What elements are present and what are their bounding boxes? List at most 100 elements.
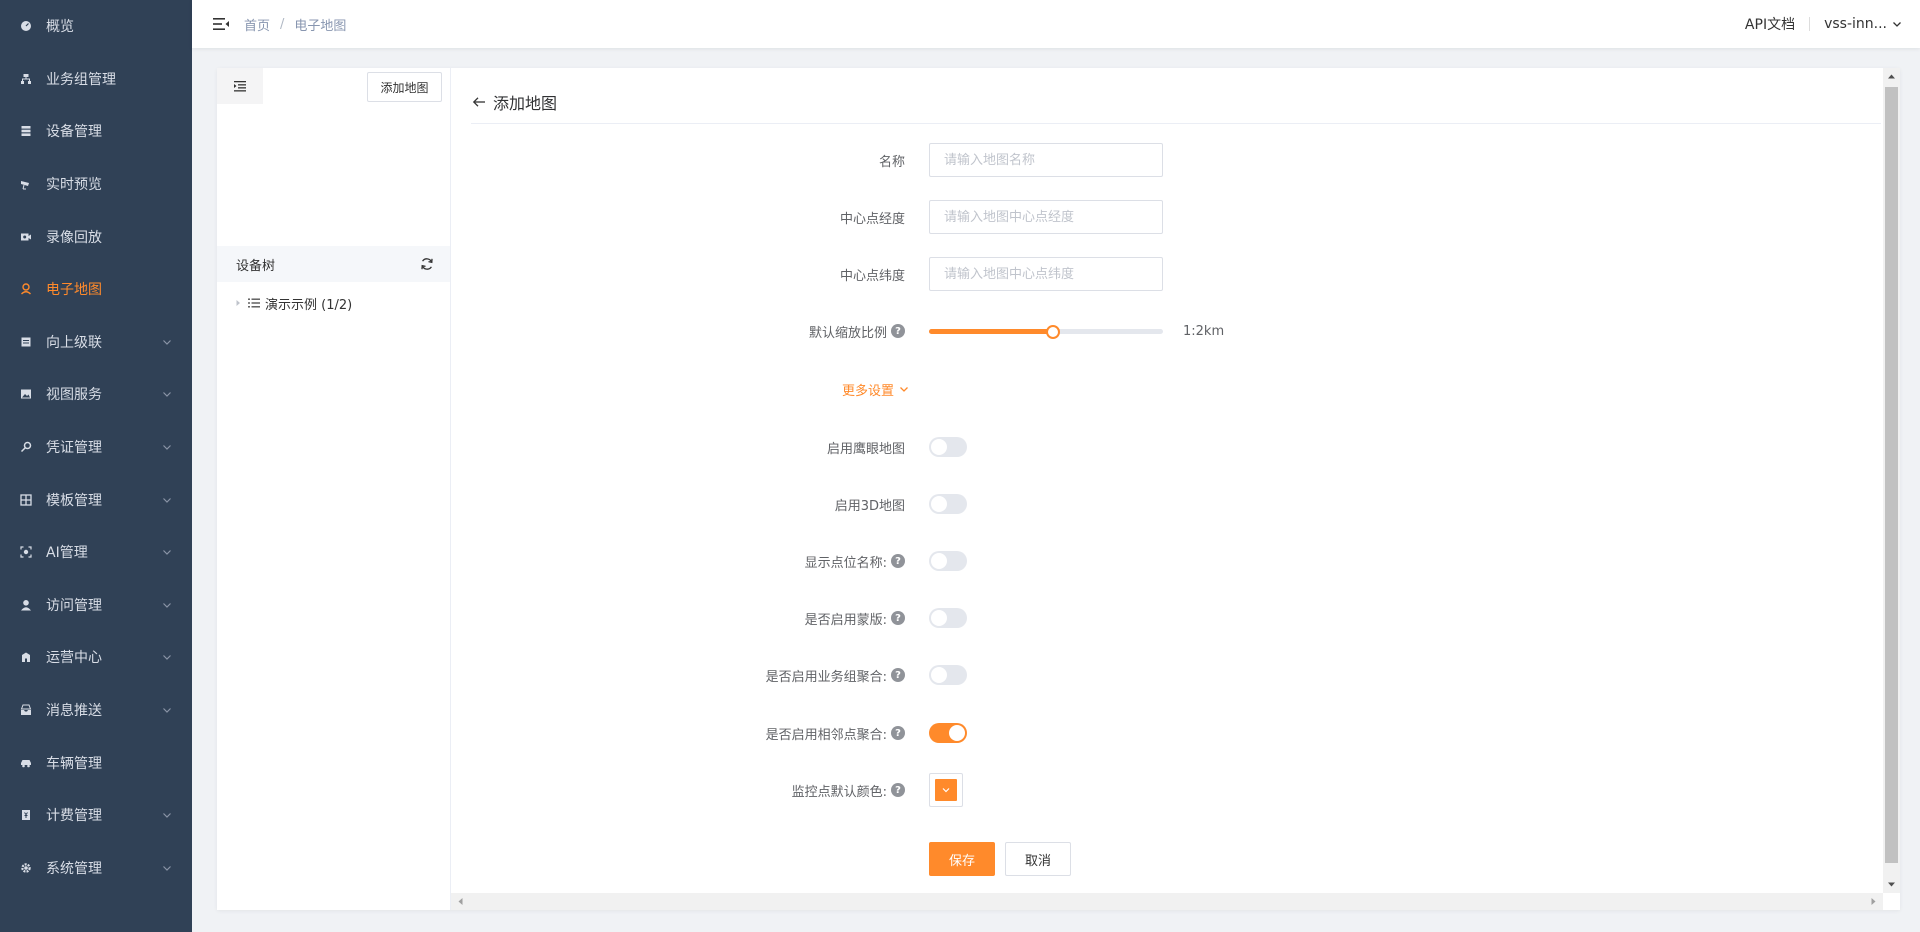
center-lng-label: 中心点经度 xyxy=(605,200,905,234)
chevron-down-icon xyxy=(942,788,950,793)
toggle-field-wrap xyxy=(929,658,967,692)
save-button[interactable]: 保存 xyxy=(929,842,995,876)
center-lat-label: 中心点纬度 xyxy=(605,257,905,291)
camera-icon xyxy=(20,178,32,190)
refresh-icon[interactable] xyxy=(420,257,434,271)
center-lng-input[interactable] xyxy=(929,200,1163,234)
more-settings-toggle[interactable]: 更多设置 xyxy=(709,372,909,406)
help-icon[interactable]: ? xyxy=(891,611,905,625)
horizontal-scrollbar[interactable] xyxy=(451,893,1883,910)
breadcrumb-separator: / xyxy=(280,16,285,32)
dashboard-icon xyxy=(20,20,32,32)
sidebar-item-2[interactable]: 设备管理 xyxy=(0,105,192,158)
api-docs-link[interactable]: API文档 xyxy=(1745,14,1795,34)
help-icon[interactable]: ? xyxy=(891,783,905,797)
sidebar-item-8[interactable]: 凭证管理 xyxy=(0,421,192,474)
help-icon[interactable]: ? xyxy=(891,726,905,740)
toggle-switch[interactable] xyxy=(929,608,967,628)
help-icon[interactable]: ? xyxy=(891,668,905,682)
map-name-input[interactable] xyxy=(929,143,1163,177)
billing-icon xyxy=(20,809,32,821)
tree-node-label: 演示示例 (1/2) xyxy=(265,297,353,313)
sidebar-item-label: 视图服务 xyxy=(46,387,102,404)
inbox-icon xyxy=(20,704,32,716)
sidebar-item-9[interactable]: 模板管理 xyxy=(0,473,192,526)
sidebar-item-0[interactable]: 概览 xyxy=(0,0,192,53)
toggle-switch[interactable] xyxy=(929,665,967,685)
center-lat-label-text: 中心点纬度 xyxy=(839,268,905,284)
sidebar-item-1[interactable]: 业务组管理 xyxy=(0,53,192,106)
main-card: 添加地图 设备树 演示示例 (1/2) 添加地图 名称 请输入地图名称 中心点经… xyxy=(217,68,1900,910)
sidebar-item-4[interactable]: 录像回放 xyxy=(0,210,192,263)
name-field-wrap xyxy=(929,143,1163,177)
tree-node-demo[interactable]: 演示示例 (1/2) xyxy=(234,293,352,313)
toggle-switch[interactable] xyxy=(929,723,967,743)
scroll-up-icon[interactable] xyxy=(1887,72,1896,81)
sidebar-item-16[interactable]: 系统管理 xyxy=(0,842,192,895)
toggle-switch[interactable] xyxy=(929,494,967,514)
center-lat-input[interactable] xyxy=(929,257,1163,291)
scroll-down-icon[interactable] xyxy=(1887,880,1896,889)
cancel-button[interactable]: 取消 xyxy=(1005,842,1071,876)
toggle-switch[interactable] xyxy=(929,551,967,571)
toggle-field-wrap xyxy=(929,716,967,750)
toggle-label-text: 启用鹰眼地图 xyxy=(826,441,905,457)
marker-color-picker[interactable] xyxy=(929,773,963,807)
ai-icon xyxy=(20,546,32,558)
user-menu[interactable]: vss-inn... xyxy=(1824,16,1902,32)
sidebar-item-label: 实时预览 xyxy=(46,177,102,194)
sidebar-item-3[interactable]: 实时预览 xyxy=(0,158,192,211)
zoom-slider[interactable] xyxy=(929,314,1163,348)
user-icon xyxy=(20,599,32,611)
sidebar-item-13[interactable]: 消息推送 xyxy=(0,684,192,737)
toggle-label-text: 启用3D地图 xyxy=(834,498,905,514)
zoom-slider-thumb[interactable] xyxy=(1046,325,1061,339)
form-row-toggle-4: 是否启用业务组聚合:? xyxy=(451,658,1451,692)
form-actions-wrap: 保存 取消 xyxy=(929,842,1071,876)
sidebar-item-12[interactable]: 运营中心 xyxy=(0,631,192,684)
sidebar-item-11[interactable]: 访问管理 xyxy=(0,579,192,632)
map-pin-icon xyxy=(20,283,32,295)
more-settings-label: 更多设置 xyxy=(841,383,894,399)
toggle-label-text: 是否启用蒙版: xyxy=(804,612,887,628)
vertical-scrollbar-thumb[interactable] xyxy=(1885,87,1898,863)
sidebar-item-label: 计费管理 xyxy=(46,808,102,825)
help-icon[interactable]: ? xyxy=(891,324,905,338)
video-icon xyxy=(20,231,32,243)
scroll-right-icon[interactable] xyxy=(1869,897,1878,906)
add-map-form-panel: 添加地图 名称 中心点经度 中心点纬度 默认缩放比例 xyxy=(451,68,1900,910)
sidebar-item-10[interactable]: AI管理 xyxy=(0,526,192,579)
image-icon xyxy=(20,388,32,400)
menu-toggle-icon[interactable] xyxy=(212,15,230,33)
vertical-scrollbar[interactable] xyxy=(1883,68,1900,893)
chevron-down-icon xyxy=(162,600,172,610)
help-icon[interactable]: ? xyxy=(891,554,905,568)
sidebar-item-6[interactable]: 向上级联 xyxy=(0,316,192,369)
form-row-toggle-5: 是否启用相邻点聚合:? xyxy=(451,716,1451,750)
form-row-center-lng: 中心点经度 xyxy=(451,200,1451,234)
toggle-field-wrap xyxy=(929,601,967,635)
sidebar-item-label: 电子地图 xyxy=(46,282,102,299)
sidebar-item-5[interactable]: 电子地图 xyxy=(0,263,192,316)
add-map-button[interactable]: 添加地图 xyxy=(367,72,442,102)
marker-color-label-text: 监控点默认颜色: xyxy=(791,784,887,800)
toggle-label: 显示点位名称:? xyxy=(605,544,905,578)
breadcrumb-home[interactable]: 首页 xyxy=(244,15,270,34)
chevron-down-icon xyxy=(162,495,172,505)
map-list-tab[interactable] xyxy=(217,68,263,104)
form-actions: 保存 取消 xyxy=(451,842,1451,876)
sidebar-item-14[interactable]: 车辆管理 xyxy=(0,736,192,789)
caret-right-icon[interactable] xyxy=(234,299,242,307)
toggle-switch[interactable] xyxy=(929,437,967,457)
sidebar-item-7[interactable]: 视图服务 xyxy=(0,368,192,421)
chevron-down-icon xyxy=(162,547,172,557)
map-list-panel: 添加地图 设备树 演示示例 (1/2) xyxy=(217,68,451,910)
arrow-left-icon[interactable] xyxy=(471,94,487,110)
chevron-down-icon xyxy=(1893,22,1901,27)
toggle-label-text: 是否启用相邻点聚合: xyxy=(765,727,887,743)
scroll-left-icon[interactable] xyxy=(456,897,465,906)
toggle-field-wrap xyxy=(929,430,967,464)
zoom-field-wrap: 1:2km xyxy=(929,314,1224,348)
sidebar-item-15[interactable]: 计费管理 xyxy=(0,789,192,842)
toggle-label-text: 是否启用业务组聚合: xyxy=(765,669,887,685)
